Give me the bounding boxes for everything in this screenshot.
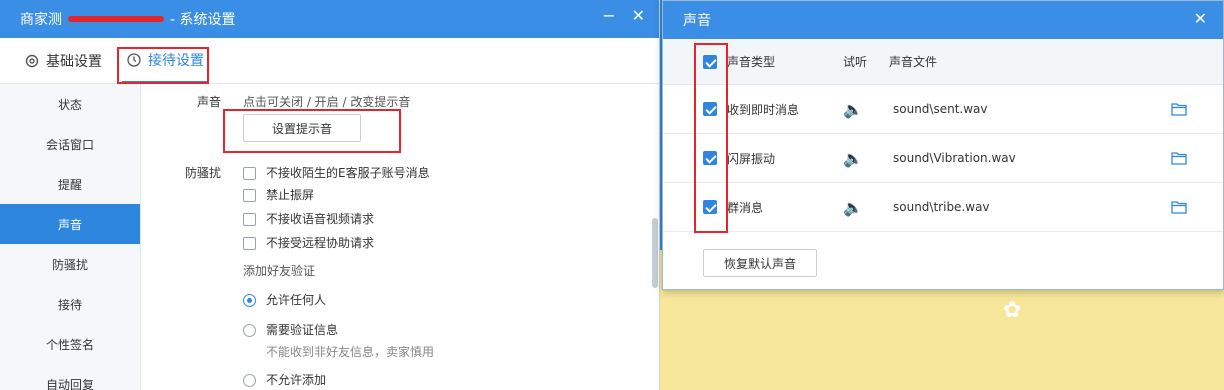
anti-harass-label: 防骚扰	[184, 166, 221, 180]
option-label: 不允许添加	[266, 373, 327, 387]
content-scrollbar[interactable]	[652, 218, 658, 288]
header-preview: 试听	[843, 55, 868, 69]
header-sound-type: 声音类型	[727, 55, 776, 69]
sidebar-item-status[interactable]: 状态	[0, 84, 140, 124]
folder-icon[interactable]	[1171, 134, 1187, 182]
friend-verify-label: 添加好友验证	[243, 264, 316, 278]
option-label: 不接收陌生的E客服子账号消息	[266, 166, 430, 180]
anti-harass-option[interactable]: 不接收陌生的E客服子账号消息	[243, 164, 430, 181]
sidebar-item-label: 接待	[57, 297, 82, 312]
tab-reception-label: 接待设置	[148, 53, 204, 69]
option-label: 禁止振屏	[266, 188, 315, 202]
gear-icon	[25, 54, 39, 68]
sidebar-item-label: 状态	[57, 97, 82, 112]
redacted-name	[68, 16, 164, 22]
radio-button[interactable]	[243, 374, 256, 387]
settings-tabs: 基础设置 接待设置	[0, 38, 659, 84]
checkbox-checked[interactable]	[703, 102, 717, 116]
tab-reception-settings[interactable]: 接待设置	[122, 39, 208, 83]
speaker-icon[interactable]: 🔈	[843, 183, 863, 231]
sidebar-item-label: 声音	[57, 217, 82, 232]
checkbox-checked[interactable]	[703, 151, 717, 165]
sound-type-label: 群消息	[727, 200, 764, 215]
close-button[interactable]: ✕	[632, 6, 645, 25]
sound-dialog-titlebar: 声音 ✕	[663, 1, 1223, 39]
radio-button[interactable]	[243, 294, 256, 307]
wallpaper-flower-icon: ✿	[1003, 298, 1022, 323]
option-label: 不接收语音视频请求	[266, 212, 375, 226]
sidebar-item-sound[interactable]: 声音	[0, 204, 140, 244]
speaker-icon[interactable]: 🔈	[843, 134, 863, 182]
window-title-suffix: - 系统设置	[170, 12, 236, 28]
anti-harass-option[interactable]: 不接受远程协助请求	[243, 234, 374, 251]
checkbox[interactable]	[243, 213, 256, 226]
checkbox-checked[interactable]	[703, 54, 717, 69]
sidebar-item-reminder[interactable]: 提醒	[0, 164, 140, 204]
friend-verify-option[interactable]: 允许任何人	[243, 291, 326, 308]
friend-verify-option[interactable]: 不允许添加	[243, 371, 326, 388]
sound-hint: 点击可关闭 / 开启 / 改变提示音	[243, 95, 411, 109]
minimize-button[interactable]: −	[602, 6, 615, 25]
checkbox[interactable]	[243, 189, 256, 202]
sidebar-item-anti-harass[interactable]: 防骚扰	[0, 244, 140, 284]
sound-file-path: sound\Vibration.wav	[893, 151, 1016, 165]
option-label: 允许任何人	[266, 293, 327, 307]
sidebar-item-signature[interactable]: 个性签名	[0, 324, 140, 364]
anti-harass-option[interactable]: 禁止振屏	[243, 186, 314, 203]
table-row: 群消息 🔈 sound\tribe.wav	[663, 183, 1223, 232]
sidebar-item-label: 自动回复	[45, 377, 94, 390]
sound-type-label: 闪屏振动	[727, 151, 776, 166]
tab-basic-settings[interactable]: 基础设置	[20, 39, 106, 83]
sidebar-item-reception[interactable]: 接待	[0, 284, 140, 324]
sound-dialog: 声音 ✕ 声音类型 试听 声音文件 收到即时消息 🔈 sound\sent.wa…	[662, 0, 1224, 290]
verify-note: 不能收到非好友信息，卖家慎用	[266, 345, 435, 359]
checkbox[interactable]	[243, 237, 256, 250]
friend-verify-option[interactable]: 需要验证信息	[243, 321, 338, 338]
folder-icon[interactable]	[1171, 183, 1187, 231]
sound-type-label: 收到即时消息	[727, 102, 800, 117]
set-sound-button[interactable]: 设置提示音	[243, 114, 361, 142]
checkbox[interactable]	[243, 167, 256, 180]
settings-sidebar: 状态 会话窗口 提醒 声音 防骚扰 接待 个性签名 自动回复	[0, 84, 141, 390]
folder-icon[interactable]	[1171, 85, 1187, 133]
checkbox-checked[interactable]	[703, 200, 717, 214]
sidebar-item-label: 防骚扰	[51, 257, 88, 272]
header-sound-file: 声音文件	[889, 55, 938, 69]
close-icon[interactable]: ✕	[1194, 9, 1207, 28]
settings-titlebar: 商家测 - 系统设置 − ✕	[0, 0, 659, 38]
sidebar-item-label: 会话窗口	[45, 137, 94, 152]
settings-window: 商家测 - 系统设置 − ✕ 基础设置 接待设置 状态 会话窗口 提醒 声音 防…	[0, 0, 660, 390]
table-row: 收到即时消息 🔈 sound\sent.wav	[663, 85, 1223, 134]
clock-icon	[127, 53, 141, 67]
table-row: 闪屏振动 🔈 sound\Vibration.wav	[663, 134, 1223, 183]
radio-button[interactable]	[243, 324, 256, 337]
sound-table-header: 声音类型 试听 声音文件	[663, 39, 1223, 85]
speaker-icon[interactable]: 🔈	[843, 85, 863, 133]
sidebar-item-label: 提醒	[57, 177, 82, 192]
option-label: 需要验证信息	[266, 323, 339, 337]
sidebar-item-auto-reply[interactable]: 自动回复	[0, 364, 140, 390]
anti-harass-option[interactable]: 不接收语音视频请求	[243, 210, 374, 227]
sound-file-path: sound\sent.wav	[893, 102, 988, 116]
sidebar-item-chat-window[interactable]: 会话窗口	[0, 124, 140, 164]
sound-file-path: sound\tribe.wav	[893, 200, 990, 214]
tab-basic-label: 基础设置	[46, 54, 102, 70]
sound-dialog-title: 声音	[683, 13, 711, 29]
window-title-prefix: 商家测	[20, 12, 62, 28]
sound-section-label: 声音	[196, 95, 221, 109]
option-label: 不接受远程协助请求	[266, 236, 375, 250]
sidebar-item-label: 个性签名	[45, 337, 94, 352]
reset-default-sound-button[interactable]: 恢复默认声音	[703, 249, 817, 277]
header-select-all[interactable]	[703, 39, 717, 84]
